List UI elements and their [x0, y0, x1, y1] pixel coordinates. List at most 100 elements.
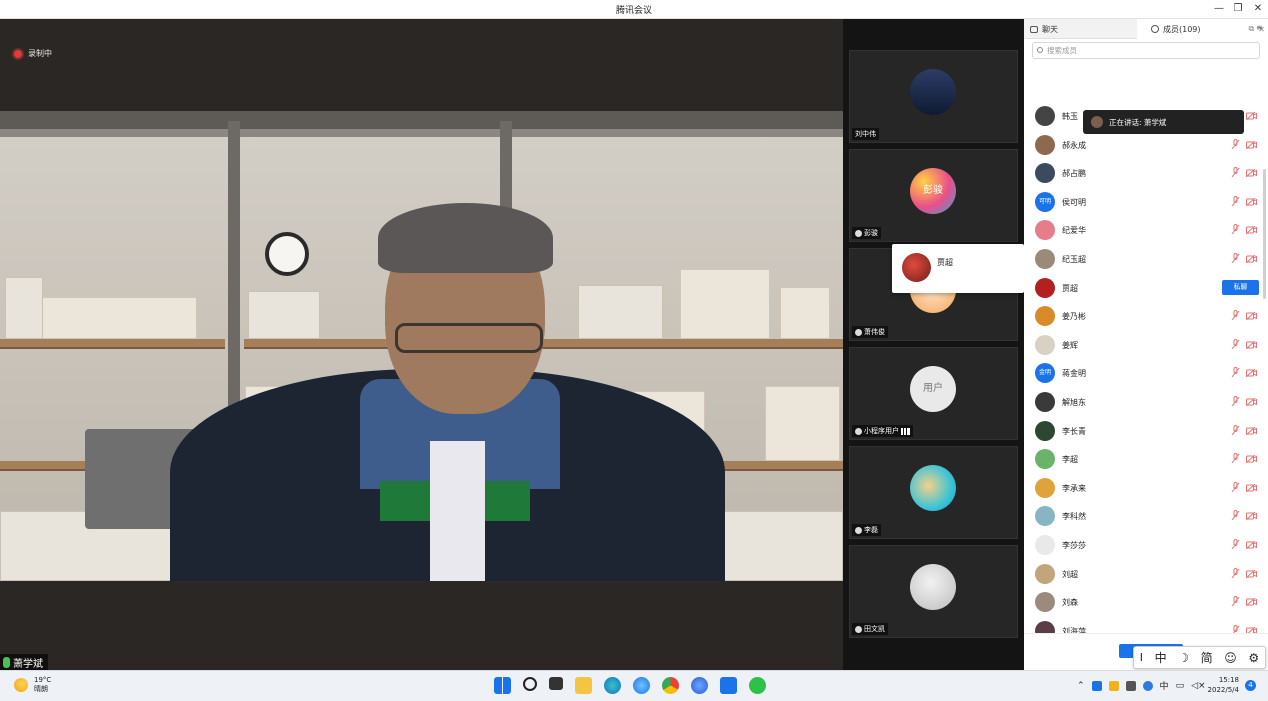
chevron-up-icon[interactable]: ⌃	[1077, 681, 1085, 691]
ime-mode[interactable]: 中	[1155, 649, 1167, 666]
taskbar: 19°C 晴朗 ⌃ 中 ▭ ◁× 15:18 2022/5/4 4	[0, 670, 1268, 701]
camera-off-icon[interactable]	[1246, 455, 1257, 464]
thumbnail-tile[interactable]: 刘中伟	[849, 50, 1018, 143]
avatar	[1035, 163, 1055, 184]
camera-off-icon[interactable]	[1246, 197, 1257, 206]
gear-icon[interactable]: ⚙	[1248, 651, 1259, 665]
emoji-icon[interactable]: ☺	[1224, 651, 1237, 665]
member-row[interactable]: 姜辉	[1024, 331, 1262, 359]
private-chat-button[interactable]: 私聊	[1222, 279, 1259, 295]
tray-app-icon[interactable]	[1125, 680, 1136, 691]
member-search-input[interactable]: 搜索成员	[1032, 42, 1260, 59]
mic-off-icon[interactable]	[1231, 539, 1240, 550]
mic-off-icon[interactable]	[1231, 596, 1240, 607]
camera-off-icon[interactable]	[1246, 483, 1257, 492]
main-video-stage[interactable]: 录制中 萧学斌	[0, 19, 843, 670]
tray-app-icon[interactable]	[1091, 680, 1102, 691]
camera-off-icon[interactable]	[1246, 598, 1257, 607]
member-hover-card[interactable]: 贾超	[892, 244, 1024, 293]
member-row[interactable]: 贾超 私聊	[1024, 274, 1262, 302]
mic-off-icon[interactable]	[1231, 310, 1240, 321]
system-tray: ⌃ 中 ▭ ◁×	[1077, 679, 1206, 692]
member-row[interactable]: 纪爱华	[1024, 216, 1262, 244]
file-explorer-icon[interactable]	[575, 677, 592, 694]
camera-off-icon[interactable]	[1246, 255, 1257, 263]
minimize-icon[interactable]: —	[1212, 2, 1226, 16]
mic-off-icon[interactable]	[1231, 224, 1240, 235]
app-icon[interactable]	[691, 677, 708, 694]
mic-off-icon[interactable]	[1231, 396, 1240, 407]
mic-off-icon[interactable]	[1231, 367, 1240, 378]
mic-off-icon[interactable]	[1231, 481, 1240, 493]
member-row[interactable]: 解旭东	[1024, 388, 1262, 416]
restore-icon[interactable]: ❐	[1231, 2, 1245, 16]
tab-members[interactable]: 成员(109) ⧉ ✕	[1137, 19, 1268, 39]
camera-off-icon[interactable]	[1246, 112, 1257, 120]
thumbnail-tile[interactable]: 田文凯	[849, 545, 1018, 638]
mic-icon[interactable]	[1142, 680, 1153, 691]
start-icon[interactable]	[494, 677, 511, 694]
member-row[interactable]: 李超	[1024, 445, 1262, 473]
mic-off-icon[interactable]	[1231, 510, 1240, 521]
member-row[interactable]: 可明 侯可明	[1024, 188, 1262, 216]
ime-cursor-icon[interactable]: I	[1140, 651, 1143, 664]
search-icon[interactable]	[523, 677, 537, 691]
avatar	[1035, 249, 1055, 269]
mic-off-icon[interactable]	[1231, 338, 1240, 350]
moon-icon[interactable]: ☽	[1178, 651, 1189, 665]
tray-app-icon[interactable]	[1108, 680, 1119, 691]
avatar	[1035, 420, 1055, 441]
camera-off-icon[interactable]	[1246, 312, 1257, 321]
mic-off-icon[interactable]	[1231, 424, 1240, 436]
member-row[interactable]: 刘超	[1024, 560, 1262, 588]
member-row[interactable]: 李莎莎	[1024, 531, 1262, 559]
thumbnail-tile[interactable]: 李磊	[849, 446, 1018, 539]
member-row[interactable]: 郝占鹏	[1024, 159, 1262, 187]
camera-off-icon[interactable]	[1246, 398, 1257, 406]
member-row[interactable]: 李长青	[1024, 417, 1262, 445]
member-row[interactable]: 李科然	[1024, 502, 1262, 530]
ie-icon[interactable]	[633, 677, 650, 694]
member-row[interactable]: 李承来	[1024, 474, 1262, 502]
ime-width[interactable]: 简	[1201, 649, 1213, 666]
wechat-icon[interactable]	[749, 677, 766, 694]
mic-off-icon[interactable]	[1231, 138, 1240, 150]
menu-icon[interactable]: ≡	[1256, 23, 1263, 32]
chrome-icon[interactable]	[662, 677, 679, 694]
thumbnail-tile[interactable]: 彭骏 彭骏	[849, 149, 1018, 242]
input-language[interactable]: 中	[1160, 679, 1169, 692]
member-row[interactable]: 纪玉超	[1024, 245, 1262, 273]
scrollbar[interactable]	[1263, 169, 1266, 299]
camera-off-icon[interactable]	[1246, 512, 1257, 521]
member-row[interactable]: 郝永成	[1024, 131, 1262, 159]
close-icon[interactable]: ✕	[1251, 2, 1265, 16]
camera-off-icon[interactable]	[1246, 426, 1257, 435]
camera-off-icon[interactable]	[1246, 226, 1257, 235]
camera-off-icon[interactable]	[1246, 340, 1257, 349]
mic-off-icon[interactable]	[1231, 453, 1240, 464]
mic-off-icon[interactable]	[1231, 253, 1240, 264]
member-row[interactable]: 金明 蒋金明	[1024, 359, 1262, 387]
speaker-name-tag: 萧学斌	[0, 654, 48, 670]
thumbnail-tile[interactable]: 用户 小程序用户	[849, 347, 1018, 440]
member-row[interactable]: 刘森	[1024, 588, 1262, 616]
weather-widget[interactable]: 19°C 晴朗	[14, 676, 51, 694]
taskbar-clock[interactable]: 15:18 2022/5/4	[1206, 675, 1239, 695]
tencent-meeting-icon[interactable]	[720, 677, 737, 694]
notification-badge[interactable]: 4	[1245, 680, 1256, 691]
task-view-icon[interactable]	[549, 677, 563, 690]
camera-off-icon[interactable]	[1246, 541, 1257, 549]
popout-icon[interactable]: ⧉	[1249, 24, 1255, 34]
camera-off-icon[interactable]	[1246, 140, 1257, 149]
mic-off-icon[interactable]	[1231, 167, 1240, 178]
network-icon[interactable]: ▭	[1176, 681, 1185, 691]
camera-off-icon[interactable]	[1246, 169, 1257, 178]
member-row[interactable]: 姜乃彬	[1024, 302, 1262, 330]
tab-chat[interactable]: 聊天	[1024, 19, 1136, 39]
mic-off-icon[interactable]	[1231, 567, 1240, 579]
mic-off-icon[interactable]	[1231, 195, 1240, 207]
edge-icon[interactable]	[604, 677, 621, 694]
volume-icon[interactable]: ◁×	[1191, 681, 1205, 691]
camera-off-icon[interactable]	[1246, 369, 1257, 378]
camera-off-icon[interactable]	[1246, 569, 1257, 578]
